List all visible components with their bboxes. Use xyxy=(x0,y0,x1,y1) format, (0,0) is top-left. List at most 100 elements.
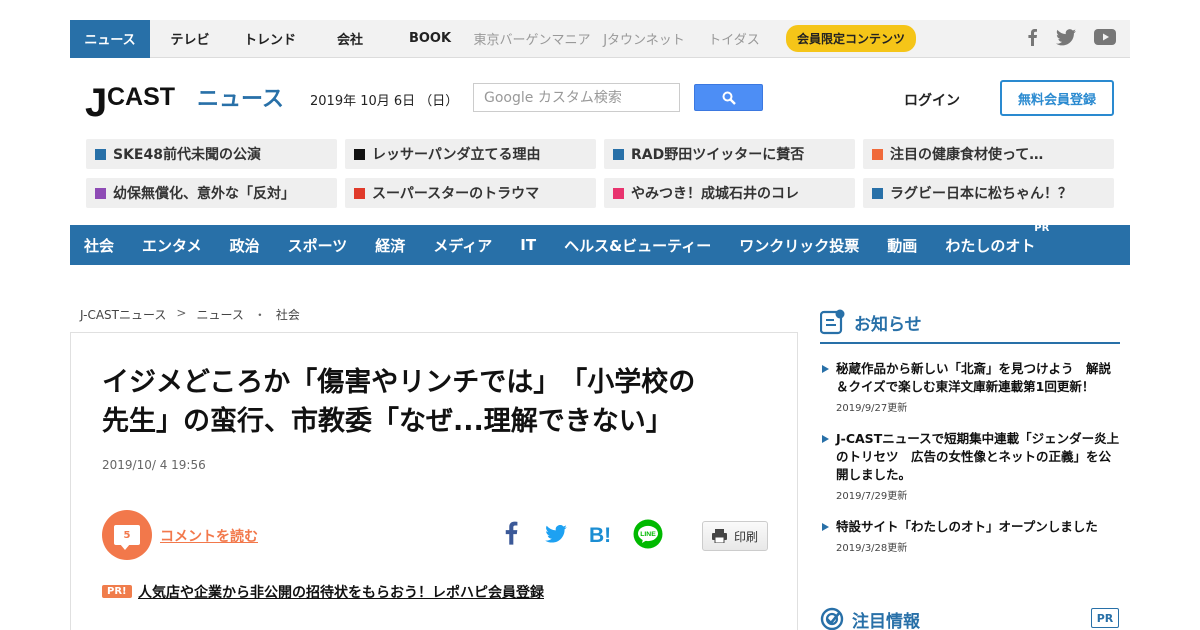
trending-item[interactable]: SKE48前代未聞の公演 xyxy=(86,139,337,169)
topnav-book[interactable]: BOOK xyxy=(390,20,470,58)
topnav-trend[interactable]: トレンド xyxy=(230,20,310,58)
print-button[interactable]: 印刷 xyxy=(702,521,768,551)
category-watashi-no-oto[interactable]: わたしのオト PR xyxy=(945,223,1049,256)
topnav-news[interactable]: ニュース xyxy=(70,19,150,58)
top-nav: ニュース テレビ トレンド 会社 BOOK 東京バーゲンマニア Jタウンネット … xyxy=(70,19,774,58)
trending-text: SKE48前代未聞の公演 xyxy=(113,147,261,163)
category-entertainment[interactable]: エンタメ xyxy=(142,235,202,256)
attention-pr-badge: PR xyxy=(1091,608,1119,628)
hatena-label: B! xyxy=(589,524,611,545)
category-media[interactable]: メディア xyxy=(433,235,492,256)
topnav-company[interactable]: 会社 xyxy=(310,20,390,58)
topnav-jtown[interactable]: Jタウンネット xyxy=(594,20,694,58)
breadcrumb-news[interactable]: ニュース xyxy=(196,306,243,323)
breadcrumb-separator: ・ xyxy=(253,308,266,322)
notice-link[interactable]: 秘蔵作品から新しい「北斎」を見つけよう 解説＆クイズで楽しむ東洋文庫新連載第1回… xyxy=(822,360,1122,396)
line-label: LINE xyxy=(640,531,656,538)
article-card: イジメどころか「傷害やリンチでは」 「小学校の 先生」の蛮行、市教委「なぜ...… xyxy=(70,332,798,630)
trending-marker xyxy=(613,187,624,199)
twitter-icon[interactable] xyxy=(1056,28,1076,46)
printer-icon xyxy=(711,529,727,543)
search-input[interactable] xyxy=(473,83,680,112)
trending-marker xyxy=(354,187,365,199)
trending-item[interactable]: やみつき！成城石井のコレ xyxy=(604,178,855,208)
topnav-toidas[interactable]: トイダス xyxy=(694,20,774,58)
topnav-bargain-mania[interactable]: 東京バーゲンマニア xyxy=(470,20,594,58)
breadcrumb-home[interactable]: J-CASTニュース xyxy=(80,306,166,323)
category-politics[interactable]: 政治 xyxy=(230,235,260,256)
notice-icon xyxy=(820,309,845,335)
trending-marker xyxy=(354,148,365,160)
attention-icon xyxy=(820,607,844,630)
login-link[interactable]: ログイン xyxy=(904,90,960,110)
category-video[interactable]: 動画 xyxy=(887,235,917,256)
breadcrumb-separator: > xyxy=(176,306,187,320)
logo-cast: CAST xyxy=(107,83,175,111)
trending-text: 幼保無償化、意外な「反対」 xyxy=(113,186,295,202)
notice-item: 特設サイト「わたしのオト」オープンしました 2019/3/28更新 xyxy=(822,518,1122,554)
trending-item[interactable]: 幼保無償化、意外な「反対」 xyxy=(86,178,337,208)
trending-marker xyxy=(872,187,883,199)
notice-date: 2019/9/27更新 xyxy=(836,403,908,414)
comment-button[interactable]: 5 xyxy=(102,510,152,560)
trending-text: RAD野田ツイッターに賛否 xyxy=(631,147,805,163)
hatena-bookmark-icon[interactable]: B! xyxy=(589,523,615,545)
logo-j: J xyxy=(85,81,107,122)
category-pr-badge: PR xyxy=(1034,222,1050,234)
trending-topics: SKE48前代未聞の公演 レッサーパンダ立てる理由 RAD野田ツイッターに賛否 … xyxy=(86,139,1114,208)
trending-text: レッサーパンダ立てる理由 xyxy=(372,147,541,163)
twitter-share-icon[interactable] xyxy=(545,525,567,543)
notice-link[interactable]: 特設サイト「わたしのオト」オープンしました xyxy=(822,518,1122,536)
headline-line-2: 先生」の蛮行、市教委「なぜ...理解できない」 xyxy=(102,406,673,437)
notices-header: お知らせ xyxy=(820,306,1120,344)
search-button[interactable] xyxy=(694,84,763,111)
pr-badge: PR! xyxy=(102,585,132,598)
category-it[interactable]: IT xyxy=(520,236,536,254)
notices-title: お知らせ xyxy=(854,314,922,335)
trending-item[interactable]: レッサーパンダ立てる理由 xyxy=(345,139,596,169)
notice-date: 2019/7/29更新 xyxy=(836,491,908,502)
free-register-button[interactable]: 無料会員登録 xyxy=(1000,80,1114,116)
article-date: 2019/10/ 4 19:56 xyxy=(102,458,206,472)
current-date: 2019年 10月 6日 （日） xyxy=(310,94,459,109)
trending-item[interactable]: 注目の健康食材使って… xyxy=(863,139,1114,169)
pr-link[interactable]: 人気店や企業から非公開の招待状をもらおう！レポハピ会員登録 xyxy=(138,582,544,602)
trending-item[interactable]: ラグビー日本に松ちゃん！？ xyxy=(863,178,1114,208)
trending-item[interactable]: RAD野田ツイッターに賛否 xyxy=(604,139,855,169)
top-bar: ニュース テレビ トレンド 会社 BOOK 東京バーゲンマニア Jタウンネット … xyxy=(70,19,1130,58)
category-nav: 社会 エンタメ 政治 スポーツ 経済 メディア IT ヘルス&ビューティー ワン… xyxy=(70,223,1130,265)
topnav-tv[interactable]: テレビ xyxy=(150,20,230,58)
notice-date: 2019/3/28更新 xyxy=(836,543,908,554)
youtube-icon[interactable] xyxy=(1094,29,1116,45)
social-links xyxy=(1026,28,1116,46)
facebook-icon[interactable] xyxy=(1026,28,1038,46)
trending-text: やみつき！成城石井のコレ xyxy=(631,186,799,202)
notice-item: 秘蔵作品から新しい「北斎」を見つけよう 解説＆クイズで楽しむ東洋文庫新連載第1回… xyxy=(822,360,1122,414)
comment-count: 5 xyxy=(123,529,131,541)
category-one-click-vote[interactable]: ワンクリック投票 xyxy=(739,235,859,256)
breadcrumb-society[interactable]: 社会 xyxy=(276,306,300,323)
category-sports[interactable]: スポーツ xyxy=(288,235,348,256)
trending-item[interactable]: スーパースターのトラウマ xyxy=(345,178,596,208)
read-comments-link[interactable]: コメントを読む xyxy=(160,526,258,546)
breadcrumb: J-CASTニュース > ニュース ・ 社会 xyxy=(80,306,300,323)
trending-marker xyxy=(95,148,106,160)
trending-marker xyxy=(872,148,883,160)
trending-text: ラグビー日本に松ちゃん！？ xyxy=(890,186,1072,202)
comment-icon: 5 xyxy=(114,525,140,550)
category-society[interactable]: 社会 xyxy=(84,235,114,256)
trending-text: スーパースターのトラウマ xyxy=(372,186,540,202)
facebook-share-icon[interactable] xyxy=(504,521,518,545)
attention-title: 注目情報 xyxy=(852,611,920,630)
notice-item: J-CASTニュースで短期集中連載「ジェンダー炎上のトリセツ 広告の女性像とネッ… xyxy=(822,430,1122,502)
jcast-news-logo[interactable]: J CAST ニュース xyxy=(85,78,285,122)
category-health-beauty[interactable]: ヘルス&ビューティー xyxy=(564,235,711,256)
notice-link[interactable]: J-CASTニュースで短期集中連載「ジェンダー炎上のトリセツ 広告の女性像とネッ… xyxy=(822,430,1122,484)
trending-marker xyxy=(95,187,106,199)
line-icon[interactable]: LINE xyxy=(633,519,663,549)
category-watashi-no-oto-label: わたしのオト xyxy=(945,236,1036,255)
category-economy[interactable]: 経済 xyxy=(375,235,405,256)
trending-text: 注目の健康食材使って… xyxy=(890,147,1044,163)
headline-line-1: イジメどころか「傷害やリンチでは」 「小学校の xyxy=(102,367,696,398)
members-only-button[interactable]: 会員限定コンテンツ xyxy=(786,25,917,52)
